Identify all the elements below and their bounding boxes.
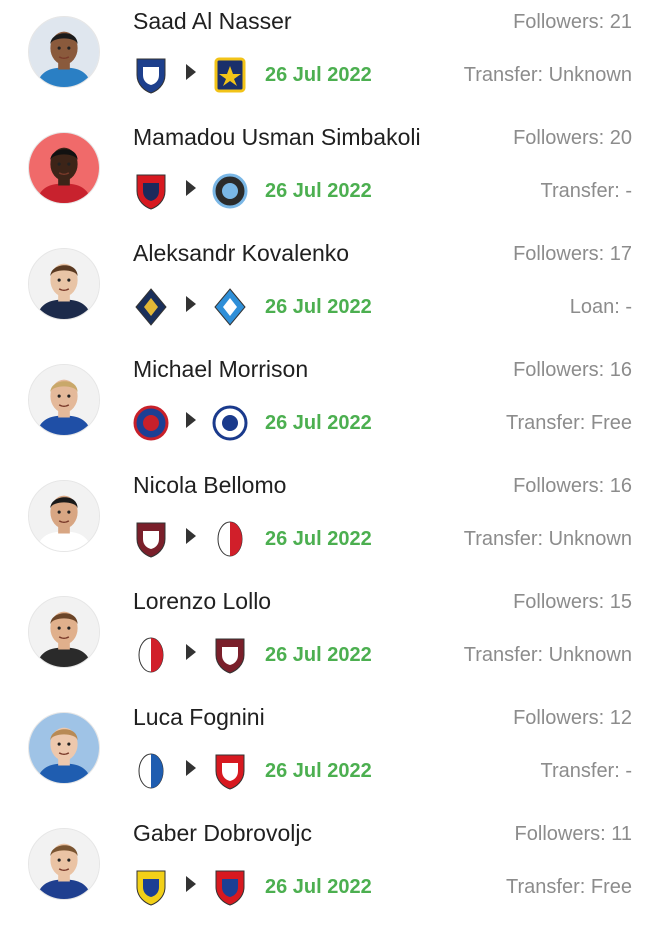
- followers-count: Followers: 15: [513, 591, 632, 613]
- transfer-type: Transfer: Unknown: [463, 644, 632, 666]
- followers-count: Followers: 12: [513, 707, 632, 729]
- transfer-type: Transfer: Unknown: [463, 64, 632, 86]
- krylia-sovetov-crest-icon: [212, 287, 248, 327]
- arrow-right-icon: [186, 296, 196, 312]
- player-name: Lorenzo Lollo: [133, 588, 272, 614]
- carpi-crest-icon: [212, 751, 248, 791]
- followers-count: Followers: 16: [513, 359, 632, 381]
- transfer-type: Transfer: Free: [506, 412, 632, 434]
- feralpisalo-crest-icon: [133, 751, 169, 791]
- transfer-row[interactable]: Gaber Dobrovoljc Followers: 11 26 Jul 202…: [0, 812, 662, 928]
- followers-count: Followers: 17: [513, 243, 632, 265]
- followers-count: Followers: 11: [514, 823, 632, 845]
- transfer-date: 26 Jul 2022: [265, 296, 372, 318]
- arrow-right-icon: [186, 760, 196, 776]
- transfer-date: 26 Jul 2022: [265, 412, 372, 434]
- transfer-row[interactable]: Mamadou Usman Simbakoli Followers: 20 26 …: [0, 116, 662, 232]
- arrow-right-icon: [186, 528, 196, 544]
- transfer-date: 26 Jul 2022: [265, 180, 372, 202]
- star-club-crest-icon: [212, 171, 248, 211]
- al-taawoun-crest-icon: [212, 55, 248, 95]
- player-name: Aleksandr Kovalenko: [133, 240, 350, 266]
- arrow-right-icon: [186, 876, 196, 892]
- losc-lille-crest-icon: [133, 171, 169, 211]
- transfer-type: Loan: -: [569, 296, 632, 318]
- followers-count: Followers: 20: [513, 127, 632, 149]
- arrow-right-icon: [186, 412, 196, 428]
- followers-count: Followers: 16: [513, 475, 632, 497]
- domzale-crest-icon: [133, 867, 169, 907]
- player-name: Gaber Dobrovoljc: [133, 820, 312, 846]
- transfer-type: Transfer: Free: [506, 876, 632, 898]
- followers-count: Followers: 21: [513, 11, 632, 33]
- transfer-row[interactable]: Luca Fognini Followers: 12 26 Jul 2022 Tra…: [0, 696, 662, 812]
- player-avatar: [28, 132, 100, 204]
- player-avatar: [28, 480, 100, 552]
- player-name: Luca Fognini: [133, 704, 265, 730]
- player-avatar: [28, 596, 100, 668]
- sochi-crest-icon: [133, 287, 169, 327]
- player-avatar: [28, 16, 100, 88]
- transfer-type: Transfer: -: [540, 180, 633, 202]
- bari-crest-icon: [133, 635, 169, 675]
- bari-crest-icon: [212, 519, 248, 559]
- player-avatar: [28, 712, 100, 784]
- player-name: Mamadou Usman Simbakoli: [133, 124, 421, 150]
- player-avatar: [28, 248, 100, 320]
- transfer-date: 26 Jul 2022: [265, 876, 372, 898]
- transfer-row[interactable]: Saad Al Nasser Followers: 21 26 Jul 2022 T…: [0, 0, 662, 116]
- transfer-row[interactable]: Lorenzo Lollo Followers: 15 26 Jul 2022 Tr…: [0, 580, 662, 696]
- reggina-crest-icon: [133, 519, 169, 559]
- player-name: Michael Morrison: [133, 356, 309, 382]
- transfer-date: 26 Jul 2022: [265, 760, 372, 782]
- player-avatar: [28, 828, 100, 900]
- transfer-date: 26 Jul 2022: [265, 528, 372, 550]
- kisvarda-crest-icon: [212, 867, 248, 907]
- arrow-right-icon: [186, 644, 196, 660]
- transfer-row[interactable]: Aleksandr Kovalenko Followers: 17 26 Jul …: [0, 232, 662, 348]
- transfer-row[interactable]: Michael Morrison Followers: 16 26 Jul 202…: [0, 348, 662, 464]
- transfer-type: Transfer: -: [540, 760, 633, 782]
- player-avatar: [28, 364, 100, 436]
- al-hilal-crest-icon: [133, 55, 169, 95]
- transfer-row[interactable]: Nicola Bellomo Followers: 16 26 Jul 2022 T…: [0, 464, 662, 580]
- transfer-date: 26 Jul 2022: [265, 64, 372, 86]
- arrow-right-icon: [186, 64, 196, 80]
- arrow-right-icon: [186, 180, 196, 196]
- player-name: Saad Al Nasser: [133, 8, 292, 34]
- portsmouth-crest-icon: [212, 403, 248, 443]
- reading-crest-icon: [133, 403, 169, 443]
- transfer-type: Transfer: Unknown: [463, 528, 632, 550]
- reggina-crest-icon: [212, 635, 248, 675]
- transfer-list: Saad Al Nasser Followers: 21 26 Jul 2022 T…: [0, 0, 662, 910]
- transfer-date: 26 Jul 2022: [265, 644, 372, 666]
- player-name: Nicola Bellomo: [133, 472, 287, 498]
